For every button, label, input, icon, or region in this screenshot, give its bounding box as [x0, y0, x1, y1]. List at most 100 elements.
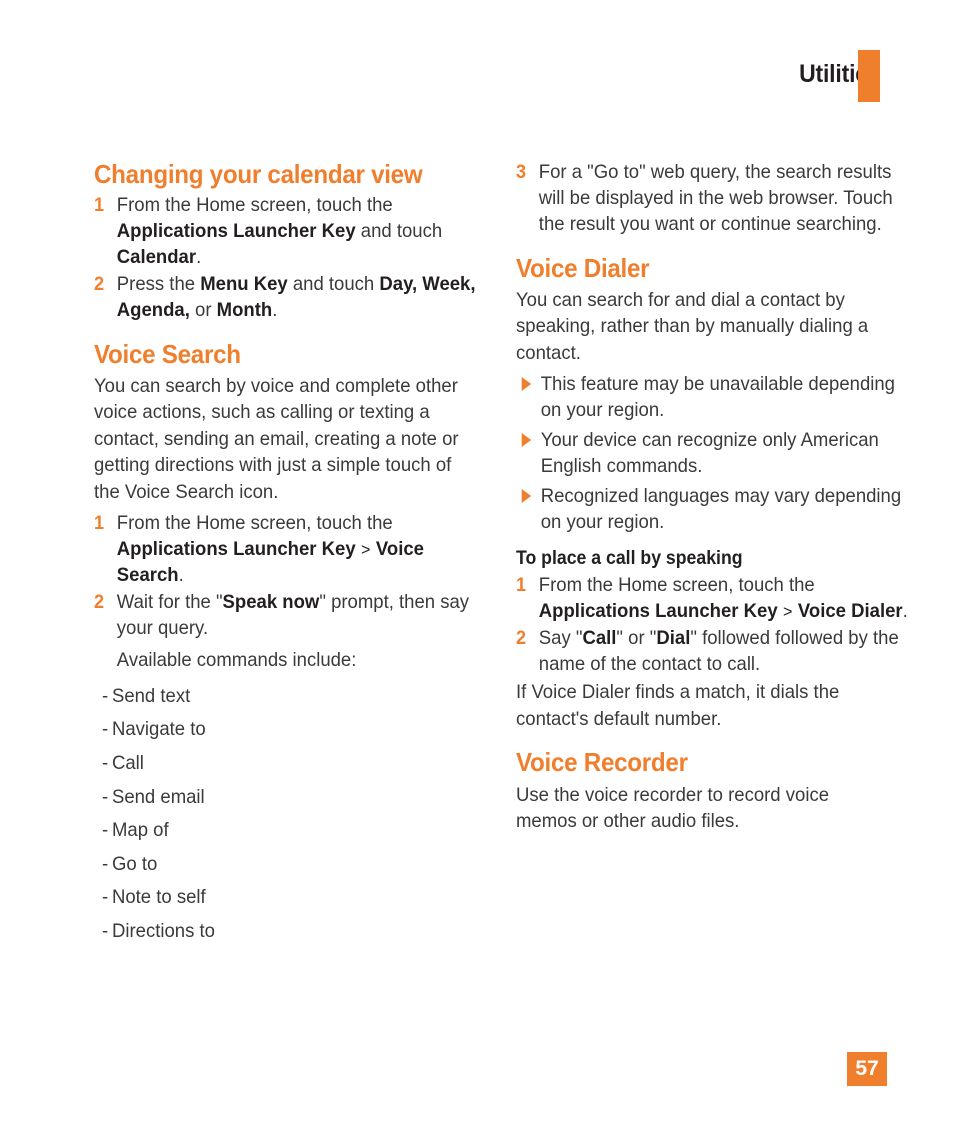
step-text: Press the Menu Key and touch Day, Week, … [117, 273, 476, 321]
list-item: 1 From the Home screen, touch the Applic… [94, 511, 494, 589]
command-label: Call [111, 752, 144, 774]
list-item: Your device can recognize only American … [516, 428, 918, 480]
list-item: - Call [102, 747, 454, 781]
emphasis-text: Month [216, 298, 273, 321]
run-text: . [902, 599, 908, 622]
note-text: This feature may be unavailable dependin… [540, 373, 895, 422]
step-text: From the Home screen, touch the Applicat… [539, 574, 908, 622]
left-column: Changing your calendar view 1 From the H… [94, 159, 475, 948]
run-text: Say " [538, 626, 583, 649]
list-item: - Map of [102, 814, 454, 848]
dash-bullet-icon: - [102, 819, 109, 842]
emphasis-text: Applications Launcher Key [538, 599, 778, 622]
note-text: Recognized languages may vary depending … [540, 485, 902, 534]
emphasis-text: Applications Launcher Key [116, 538, 356, 561]
voice-dialer-outro-paragraph: If Voice Dialer finds a match, it dials … [516, 681, 840, 730]
emphasis-text: Speak now [222, 591, 320, 614]
command-label: Send email [111, 785, 205, 808]
emphasis-text: Call [582, 626, 617, 649]
list-item: 2 Press the Menu Key and touch Day, Week… [94, 272, 494, 324]
run-text: Press the [116, 272, 201, 295]
dash-bullet-icon: - [102, 752, 109, 774]
run-text: " or " [616, 626, 657, 649]
voice-search-steps-list: 1 From the Home screen, touch the Applic… [94, 511, 472, 642]
step-text: Say "Call" or "Dial" followed followed b… [539, 627, 899, 675]
list-item: This feature may be unavailable dependin… [516, 372, 918, 424]
voice-dialer-notes-list: This feature may be unavailable dependin… [516, 372, 901, 536]
list-item: 1 From the Home screen, touch the Applic… [94, 193, 494, 271]
dash-bullet-icon: - [102, 785, 109, 808]
header-accent-bar [858, 50, 880, 102]
list-item: 1 From the Home screen, touch the Applic… [516, 573, 916, 625]
emphasis-text: Voice Dialer [797, 599, 903, 622]
dash-bullet-icon: - [102, 852, 109, 875]
dash-bullet-icon: - [102, 684, 109, 707]
triangle-bullet-icon [521, 377, 532, 392]
dash-bullet-icon: - [102, 718, 109, 741]
step-number: 2 [94, 273, 105, 295]
page-number-badge: 57 [847, 1052, 887, 1086]
voice-dialer-intro-paragraph: You can search for and dial a contact by… [516, 288, 869, 364]
list-item: 2 Say "Call" or "Dial" followed followed… [516, 626, 916, 678]
step-text: From the Home screen, touch the Applicat… [117, 194, 442, 268]
step-text: From the Home screen, touch the Applicat… [117, 512, 424, 586]
run-text: For a "Go to" web query, the search resu… [538, 161, 893, 235]
run-text: From the Home screen, touch the [538, 573, 815, 596]
run-text: . [272, 298, 278, 321]
run-text: . [178, 564, 184, 587]
step-number: 1 [94, 513, 105, 535]
right-column: 3 For a "Go to" web query, the search re… [516, 160, 908, 948]
voice-search-steps-continued: 3 For a "Go to" web query, the search re… [516, 160, 894, 238]
list-item: 3 For a "Go to" web query, the search re… [516, 160, 916, 238]
emphasis-text: Dial [656, 626, 691, 649]
list-item: - Navigate to [102, 713, 454, 747]
dash-bullet-icon: - [102, 886, 109, 909]
step-text: Wait for the "Speak now" prompt, then sa… [117, 591, 469, 639]
run-text: > [778, 601, 797, 621]
dash-bullet-icon: - [102, 919, 109, 942]
emphasis-text: Calendar [116, 245, 197, 268]
list-item: - Directions to [102, 915, 454, 949]
section-title-changing-calendar-view: Changing your calendar view [94, 159, 423, 189]
run-text: Wait for the " [116, 591, 223, 614]
list-item: - Send email [102, 781, 454, 815]
list-item: 2 Wait for the "Speak now" prompt, then … [94, 590, 494, 642]
run-text: From the Home screen, touch the [116, 512, 393, 535]
step-number: 3 [516, 162, 527, 183]
triangle-bullet-icon [521, 489, 532, 504]
run-text: From the Home screen, touch the [116, 194, 393, 217]
command-label: Send text [111, 684, 191, 707]
note-text: Your device can recognize only American … [540, 429, 879, 478]
list-item: - Send text [102, 680, 454, 714]
command-label: Note to self [111, 886, 206, 909]
step-text: For a "Go to" web query, the search resu… [539, 161, 893, 235]
page-header: Utilities [0, 48, 881, 100]
step-number: 2 [516, 627, 527, 649]
subtitle-to-place-a-call-by-speaking: To place a call by speaking [516, 547, 743, 569]
run-text: . [196, 245, 202, 268]
voice-commands-list: - Send text - Navigate to - Call - Send email - M… [94, 680, 472, 948]
section-title-voice-recorder: Voice Recorder [516, 747, 688, 778]
voice-recorder-intro-paragraph: Use the voice recorder to record voice m… [516, 783, 830, 833]
run-text: or [189, 298, 217, 321]
command-label: Navigate to [111, 718, 206, 741]
step-number: 1 [516, 574, 527, 596]
emphasis-text: Menu Key [200, 272, 288, 295]
command-label: Map of [111, 819, 169, 842]
command-label: Directions to [111, 919, 215, 942]
calendar-steps-list: 1 From the Home screen, touch the Applic… [94, 193, 475, 324]
run-text: and touch [355, 220, 443, 243]
step-number: 1 [94, 195, 105, 217]
step-number: 2 [94, 592, 105, 614]
list-item: - Note to self [102, 881, 454, 915]
available-commands-label: Available commands include: [116, 649, 357, 672]
section-title-voice-search: Voice Search [94, 338, 241, 369]
run-text: > [356, 540, 375, 560]
page-body: Changing your calendar view 1 From the H… [94, 159, 908, 948]
command-label: Go to [111, 852, 158, 875]
voice-dialer-steps-list: 1 From the Home screen, touch the Applic… [516, 573, 908, 678]
list-item: Recognized languages may vary depending … [516, 484, 918, 536]
voice-search-intro-paragraph: You can search by voice and complete oth… [94, 374, 459, 503]
triangle-bullet-icon [521, 433, 532, 448]
list-item: - Go to [102, 848, 454, 882]
